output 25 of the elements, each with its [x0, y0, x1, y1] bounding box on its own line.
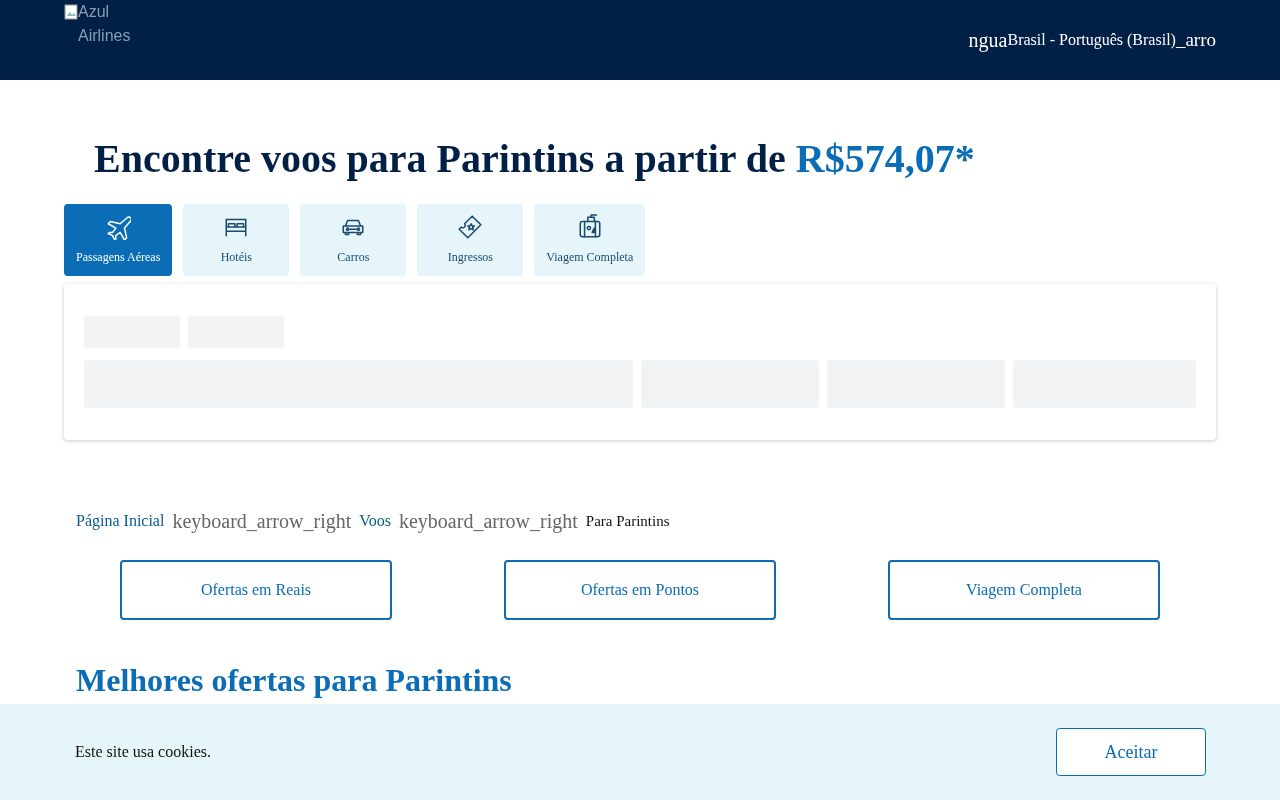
language-selector[interactable]: Brasil - Português (Brasil): [1007, 28, 1176, 52]
cookie-message: Este site usa cookies.: [75, 742, 211, 762]
search-tab[interactable]: Hotéis: [183, 204, 290, 276]
broken-image-icon: [64, 4, 78, 20]
chevron-icon-text: keyboard_arrow_right: [172, 509, 352, 535]
breadcrumb-link[interactable]: Página Inicial: [76, 509, 165, 533]
suitcase-icon: [576, 214, 603, 240]
search-tab[interactable]: Carros: [300, 204, 407, 276]
chevron-icon-text: keyboard_arrow_right: [398, 509, 578, 535]
search-tab[interactable]: Viagem Completa: [534, 204, 646, 276]
ticket-icon: [457, 214, 484, 240]
offer-button[interactable]: Ofertas em Pontos: [504, 560, 776, 620]
airplane-icon: [105, 214, 132, 240]
arrow-icon-text: _arro: [1175, 27, 1216, 52]
page-heading: Encontre voos para Parintins a partir de R$574,07*: [93, 135, 976, 183]
logo-alt-text: Azul Airlines: [78, 2, 132, 46]
accept-button[interactable]: Aceitar: [1056, 728, 1206, 776]
offer-button[interactable]: Ofertas em Reais: [120, 560, 392, 620]
search-tab[interactable]: Ingressos: [417, 204, 524, 276]
language-label: ngua: [968, 28, 1008, 54]
offer-button[interactable]: Viagem Completa: [888, 560, 1160, 620]
breadcrumb-link[interactable]: Voos: [359, 509, 391, 533]
breadcrumb-current: Para Parintins: [585, 511, 670, 531]
section-heading: Melhores ofertas para Parintins: [75, 661, 513, 700]
search-tab[interactable]: Passagens Aéreas: [64, 204, 173, 276]
